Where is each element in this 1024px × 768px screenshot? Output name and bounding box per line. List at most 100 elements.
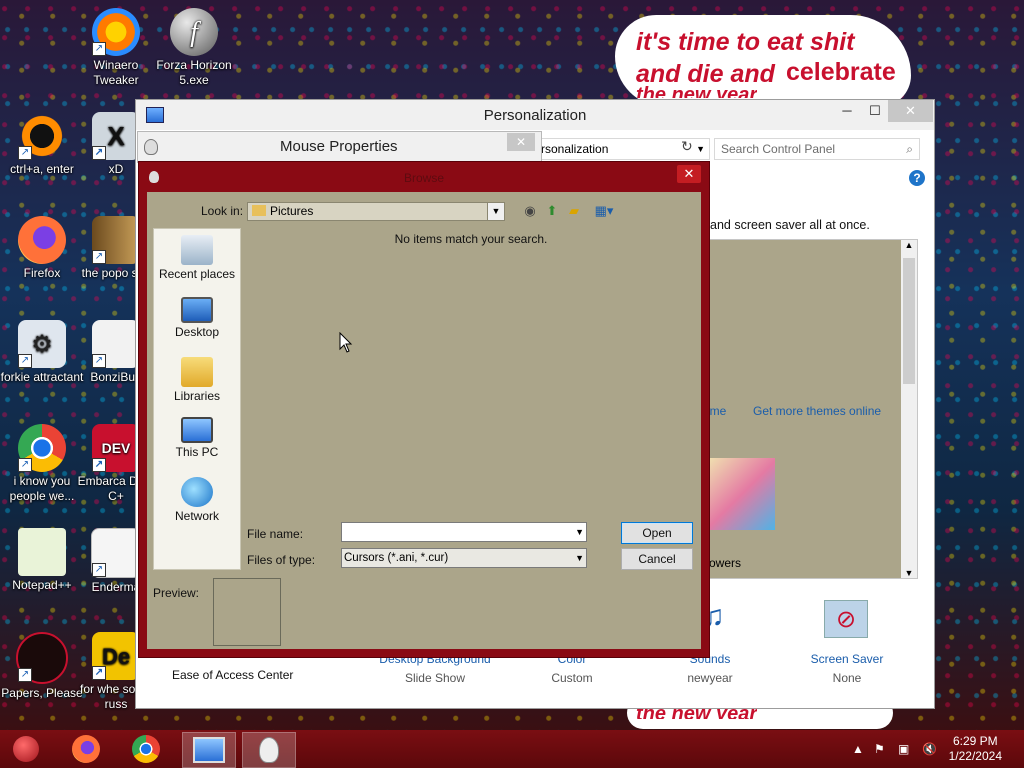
screen-saver-link[interactable]: Screen Saver (782, 652, 912, 666)
action-center-flag-icon[interactable]: ⚑ (874, 742, 885, 756)
dev-cpp-icon: DEV ↗ (92, 424, 140, 472)
place-label: Desktop (174, 325, 220, 339)
window-title: Mouse Properties (280, 138, 398, 155)
place-network[interactable]: Network (154, 477, 240, 523)
close-button[interactable]: ✕ (888, 100, 933, 122)
meme-line-1: it's time to eat shit (636, 28, 855, 56)
shortcut-arrow-icon: ↗ (92, 354, 106, 368)
dialog-body: Look in: Pictures ▼ ◉ ⬆ ▰ ▦▾ Recent plac… (147, 192, 701, 649)
files-of-type-dropdown[interactable]: Cursors (*.ani, *.cur) ▼ (341, 548, 587, 568)
view-menu-icon[interactable]: ▦▾ (591, 203, 617, 219)
search-input[interactable]: Search Control Panel ⌕ (714, 138, 920, 160)
minimize-button[interactable]: ─ (832, 100, 862, 122)
files-of-type-value: Cursors (*.ani, *.cur) (344, 552, 449, 564)
desktop-icon-firefox[interactable]: Firefox (0, 216, 84, 281)
mouse-pointer-icon (339, 332, 353, 353)
desktop-icon-papers-please[interactable]: ↗ Papers, Please (0, 632, 84, 701)
desktop-icon-label: ctrl+a, enter (10, 162, 74, 176)
computer-icon (181, 417, 213, 443)
screen-saver-icon: ⊘ (824, 600, 868, 638)
ease-of-access-link[interactable]: Ease of Access Center (172, 668, 293, 682)
taskbar-firefox[interactable] (60, 732, 112, 766)
desktop-icon-notepadpp[interactable]: Notepad++ (0, 528, 84, 593)
de-logo-icon: De ↗ (92, 632, 140, 680)
desktop-icon-ctrl-a[interactable]: ↗ ctrl+a, enter (0, 112, 84, 177)
scroll-down-icon[interactable]: ▼ (901, 568, 917, 578)
search-placeholder: Search Control Panel (721, 142, 836, 156)
window-title: Personalization (483, 107, 587, 124)
desktop-icon-forkie[interactable]: ⚙ ↗ forkie attractant (0, 320, 84, 385)
chevron-down-icon[interactable]: ▼ (575, 523, 584, 541)
scrollbar-thumb[interactable] (903, 258, 915, 384)
system-clock[interactable]: 6:29 PM 1/22/2024 (949, 734, 1002, 764)
desktop-icon-label: Firefox (23, 266, 61, 280)
chevron-down-icon[interactable]: ▼ (575, 549, 584, 567)
volume-muted-icon[interactable]: 🔇 (922, 742, 937, 756)
chevron-down-icon[interactable]: ▼ (487, 203, 504, 220)
network-icon[interactable]: ▣ (898, 742, 909, 756)
shortcut-arrow-icon: ↗ (92, 458, 106, 472)
winaero-icon: ↗ (92, 8, 140, 56)
browse-dialog: Browse ✕ Look in: Pictures ▼ ◉ ⬆ ▰ ▦▾ Re… (138, 161, 710, 658)
mouse-properties-window[interactable]: Mouse Properties ✕ (137, 131, 542, 163)
address-text: rsonalization (541, 142, 609, 156)
control-panel-icon (193, 737, 225, 763)
close-button[interactable]: ✕ (677, 165, 701, 183)
mouse-icon (144, 139, 158, 155)
libraries-icon (181, 357, 213, 387)
desktop-background-value: Slide Show (404, 671, 466, 685)
screen-saver-item[interactable]: Screen Saver None (782, 652, 912, 685)
place-label: Recent places (158, 267, 236, 281)
document-icon: ↗ (91, 528, 141, 578)
sounds-value: newyear (687, 671, 733, 685)
flowers-theme-label: owers (709, 556, 742, 570)
get-more-themes-link[interactable]: Get more themes online (753, 404, 881, 418)
recent-places-icon (181, 235, 213, 265)
notepadpp-icon (18, 528, 66, 576)
place-desktop[interactable]: Desktop (154, 297, 240, 339)
place-label: This PC (175, 445, 219, 459)
taskbar-mouse-properties[interactable] (242, 732, 296, 768)
show-hidden-icons[interactable]: ▲ (852, 742, 864, 756)
open-button[interactable]: Open (621, 522, 693, 544)
shortcut-arrow-icon: ↗ (18, 146, 32, 160)
desktop-icon-forza[interactable]: f Forza Horizon 5.exe (152, 8, 236, 88)
desktop-icon-chrome[interactable]: ↗ i know you people we... (0, 424, 84, 504)
taskbar-chrome[interactable] (120, 732, 172, 766)
stamp-icon: ↗ (16, 632, 68, 684)
flash-icon: f (170, 8, 218, 56)
close-button[interactable]: ✕ (507, 133, 535, 151)
place-recent[interactable]: Recent places (154, 235, 240, 281)
desktop-icon-winaero[interactable]: ↗ Winaero Tweaker (74, 8, 158, 88)
refresh-icon[interactable]: ↻ (681, 138, 693, 155)
start-button[interactable] (0, 732, 52, 766)
back-icon[interactable]: ◉ (521, 203, 539, 219)
cancel-button[interactable]: Cancel (621, 548, 693, 570)
title-bar[interactable]: Personalization ─ ☐ ✕ (136, 100, 934, 130)
file-name-input[interactable]: ▼ (341, 522, 587, 542)
chrome-icon: ↗ (18, 424, 66, 472)
desktop-icon (181, 297, 213, 323)
chevron-down-icon[interactable]: ▼ (696, 139, 705, 159)
place-label: Libraries (173, 389, 221, 403)
network-icon (181, 477, 213, 507)
up-folder-icon[interactable]: ⬆ (543, 203, 561, 219)
flowers-theme-thumbnail[interactable] (709, 458, 775, 530)
place-this-pc[interactable]: This PC (154, 417, 240, 459)
new-folder-icon[interactable]: ▰ (565, 203, 583, 219)
firefox-icon (72, 735, 100, 763)
scroll-up-icon[interactable]: ▲ (901, 240, 917, 250)
maximize-button[interactable]: ☐ (860, 100, 890, 122)
mouse-icon (259, 737, 279, 763)
clock-date: 1/22/2024 (948, 749, 1002, 763)
taskbar-control-panel[interactable] (182, 732, 236, 768)
place-label: Network (174, 509, 219, 523)
place-libraries[interactable]: Libraries (154, 357, 240, 403)
desktop-icon-label: Winaero Tweaker (93, 58, 139, 87)
chrome-icon (132, 735, 160, 763)
shortcut-arrow-icon: ↗ (18, 354, 32, 368)
scrollbar[interactable]: ▲ ▼ (901, 240, 917, 578)
look-in-dropdown[interactable]: Pictures ▼ (247, 202, 505, 221)
help-icon[interactable]: ? (909, 170, 925, 186)
preview-box (213, 578, 281, 646)
